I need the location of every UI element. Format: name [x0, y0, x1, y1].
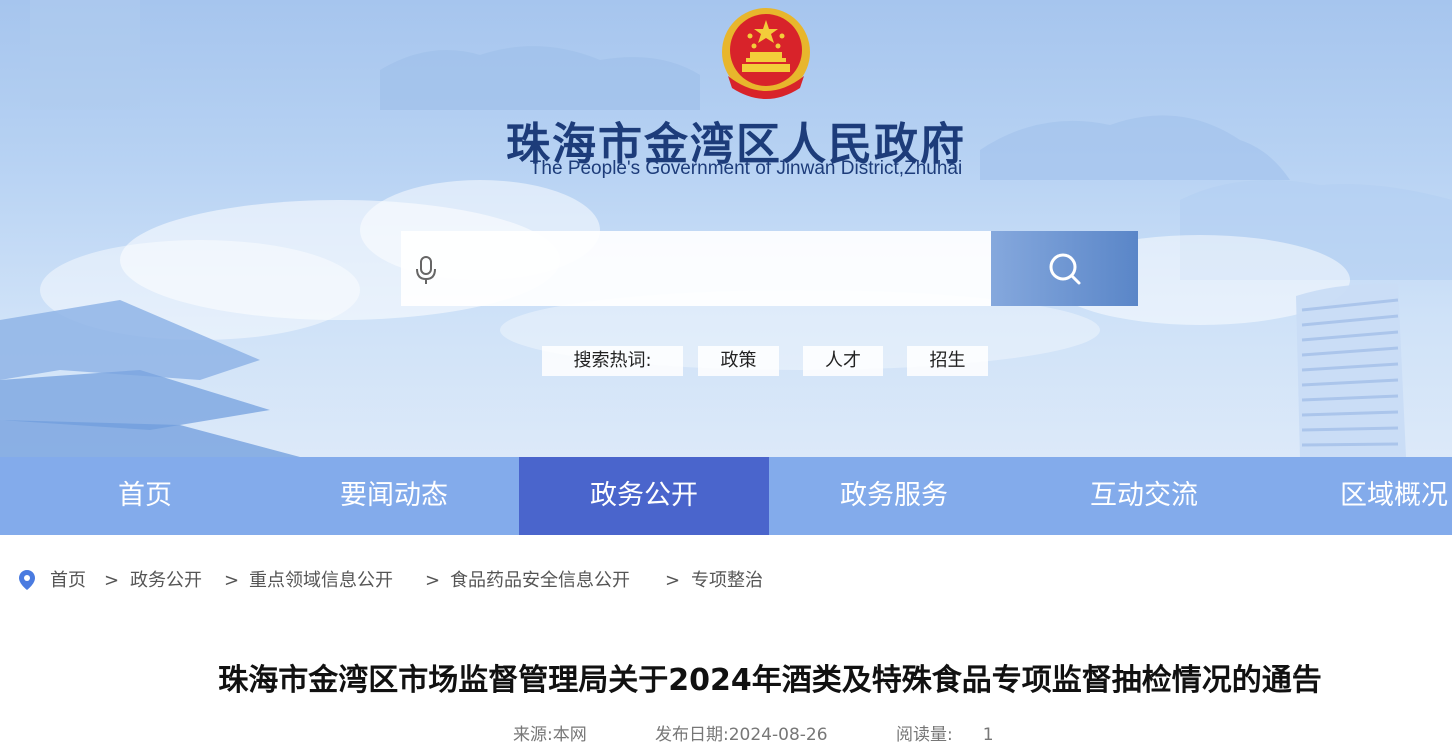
nav-item-interaction[interactable]: 互动交流 — [1019, 457, 1269, 535]
search-input[interactable] — [449, 231, 979, 306]
breadcrumb-separator: > — [425, 570, 441, 591]
breadcrumb-special-rectification[interactable]: 专项整治 — [691, 566, 763, 596]
views-label: 阅读量: — [896, 725, 953, 745]
article-title: 珠海市金湾区市场监督管理局关于2024年酒类及特殊食品专项监督抽检情况的通告 — [218, 663, 1322, 698]
date-label: 发布日期: — [655, 725, 729, 745]
search-box — [401, 231, 991, 306]
article-date: 发布日期:2024-08-26 — [655, 722, 828, 748]
nav-item-services[interactable]: 政务服务 — [769, 457, 1019, 535]
breadcrumb-separator: > — [224, 570, 240, 591]
breadcrumb-government-affairs[interactable]: 政务公开 — [130, 566, 202, 596]
nav-item-district-overview[interactable]: 区域概况 — [1269, 457, 1452, 535]
breadcrumb-separator: > — [104, 570, 120, 591]
nav-item-government-affairs[interactable]: 政务公开 — [519, 457, 769, 535]
article-source: 来源:本网 — [513, 722, 587, 748]
search-icon — [1049, 253, 1081, 285]
breadcrumb-home[interactable]: 首页 — [50, 566, 86, 596]
nav-item-news[interactable]: 要闻动态 — [269, 457, 519, 535]
source-label: 来源: — [513, 725, 553, 745]
hot-word-enrollment[interactable]: 招生 — [907, 346, 988, 376]
breadcrumb-separator: > — [665, 570, 681, 591]
views-value: 1 — [982, 725, 994, 745]
source-value: 本网 — [552, 725, 587, 745]
national-emblem-icon — [722, 8, 810, 99]
hot-word-talent[interactable]: 人才 — [803, 346, 883, 376]
nav-item-home[interactable]: 首页 — [20, 457, 270, 535]
main-nav: 首页 要闻动态 政务公开 政务服务 互动交流 区域概况 — [0, 457, 1452, 535]
search-button[interactable] — [991, 231, 1138, 306]
hot-words-label: 搜索热词: — [542, 346, 683, 376]
site-subtitle: The People's Government of Jinwan Distri… — [529, 158, 963, 179]
hot-word-policy[interactable]: 政策 — [698, 346, 779, 376]
header-banner: 珠海市金湾区人民政府 The People's Government of Ji… — [0, 0, 1452, 457]
breadcrumb-food-drug-safety[interactable]: 食品药品安全信息公开 — [450, 566, 630, 596]
date-value: 2024-08-26 — [728, 725, 828, 745]
location-pin-icon — [19, 570, 35, 590]
microphone-icon[interactable] — [415, 255, 437, 285]
breadcrumb-key-areas[interactable]: 重点领域信息公开 — [249, 566, 393, 596]
article-views: 阅读量: 1 — [896, 722, 994, 748]
